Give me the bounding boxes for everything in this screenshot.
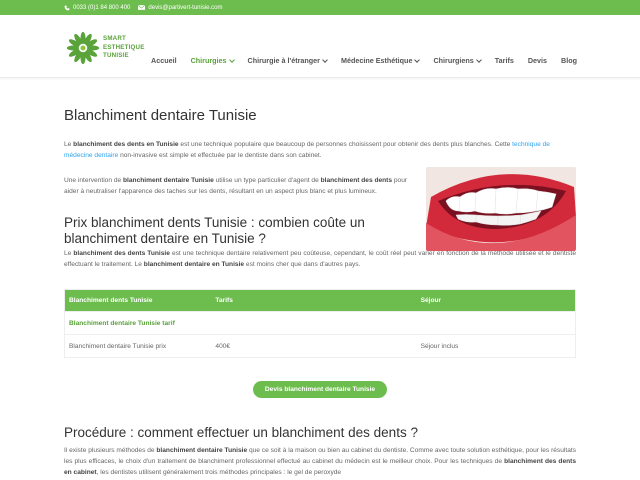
table-header-cell: Blanchiment dents Tunisie — [69, 297, 153, 304]
table-subheader-cell: Blanchiment dentaire Tunisie tarif — [69, 319, 175, 327]
nav-item-label: Devis — [527, 56, 548, 65]
table-cell: Blanchiment dentaire Tunisie prix — [69, 342, 167, 350]
intro-paragraph: Le blanchiment des dents en Tunisie est … — [64, 139, 576, 161]
chevron-down-icon — [322, 56, 328, 63]
text: Il existe plusieurs méthodes de — [64, 447, 157, 454]
nav-item-m-decine-esth-tique[interactable]: Médecine Esthétique — [340, 56, 421, 65]
table-row: Blanchiment dentaire Tunisie tarif — [65, 311, 575, 334]
nav-item-chirurgiens[interactable]: Chirurgiens — [433, 56, 482, 65]
nav-item-devis[interactable]: Devis — [528, 56, 547, 65]
chevron-down-icon — [228, 56, 235, 63]
table-header-cell: Tarifs — [215, 297, 233, 304]
text: non-invasive est simple et effectuée par… — [118, 152, 322, 159]
nav-item-label: Accueil — [151, 56, 177, 65]
bold-text: blanchiment des dents Tunisie — [73, 250, 170, 257]
text: utilise un type particulier d'agent de — [213, 177, 321, 184]
bold-text: blanchiment des dents — [320, 177, 393, 184]
topbar-phone-text: 0033 (0)1 84 800 400 — [73, 4, 131, 11]
envelope-icon — [138, 5, 146, 10]
logo-line-1: SMART — [103, 35, 126, 43]
devis-button[interactable]: Devis blanchiment dentaire Tunisie — [253, 381, 387, 398]
text: est une technique populaire que beaucoup… — [178, 141, 513, 148]
text: , les dentistes utilisent généralement t… — [96, 469, 342, 476]
intervention-paragraph: Une intervention de blanchiment dentaire… — [64, 175, 420, 197]
main-nav: Accueil Chirurgies Chirurgie à l'étranger M… — [137, 56, 577, 65]
nav-item-label: Chirurgiens — [433, 56, 474, 65]
table-header-cell: Séjour — [420, 297, 442, 304]
bold-text: blanchiment dentaire Tunisie — [156, 447, 248, 454]
site-header: SMART ESTHETIQUE TUNISIE Accueil Chirurgi… — [0, 15, 640, 78]
table-header-row: Blanchiment dents Tunisie Tarifs Séjour — [65, 290, 575, 311]
chevron-down-icon — [414, 56, 421, 63]
text: Le — [64, 250, 74, 257]
procedure-paragraph: Il existe plusieurs méthodes de blanchim… — [64, 445, 576, 478]
top-bar: 0033 (0)1 84 800 400 devis@partivert-tun… — [0, 0, 640, 15]
table-row: Blanchiment dentaire Tunisie prix 400€ S… — [65, 334, 575, 357]
table-cell: 400€ — [215, 342, 231, 350]
topbar-phone[interactable]: 0033 (0)1 84 800 400 — [64, 5, 130, 11]
smile-image — [426, 167, 576, 251]
nav-item-label: Tarifs — [494, 56, 514, 65]
smile-illustration — [426, 167, 576, 251]
topbar-email-text: devis@partivert-tunisie.com — [148, 4, 223, 11]
tarifs-table: Blanchiment dents Tunisie Tarifs Séjour … — [64, 289, 576, 358]
text: est moins cher que dans d'autres pays. — [244, 261, 361, 268]
nav-item-chirurgie-l-tranger[interactable]: Chirurgie à l'étranger — [247, 56, 328, 65]
prix-paragraph: Le blanchiment des dents Tunisie est une… — [64, 248, 576, 270]
phone-icon — [64, 5, 70, 10]
text: Une intervention de — [64, 177, 124, 184]
section-heading-prix: Prix blanchiment dents Tunisie : combien… — [64, 215, 365, 246]
topbar-email[interactable]: devis@partivert-tunisie.com — [138, 4, 223, 11]
nav-item-label: Chirurgies — [190, 56, 227, 65]
site-logo[interactable]: SMART ESTHETIQUE TUNISIE — [66, 30, 146, 66]
table-cell: Séjour inclus — [420, 342, 459, 350]
nav-item-label: Chirurgie à l'étranger — [247, 56, 320, 65]
logo-flower-icon — [66, 31, 100, 65]
page-title: Blanchiment dentaire Tunisie — [64, 107, 257, 124]
nav-item-tarifs[interactable]: Tarifs — [495, 56, 514, 65]
nav-item-label: Médecine Esthétique — [340, 56, 413, 65]
text: Le — [64, 141, 74, 148]
nav-item-label: Blog — [561, 56, 577, 65]
bold-text: blanchiment dentaire en Tunisie — [143, 261, 245, 268]
section-heading-procedure: Procédure : comment effectuer un blanchi… — [64, 425, 418, 440]
chevron-down-icon — [475, 56, 482, 63]
nav-item-accueil[interactable]: Accueil — [151, 56, 177, 65]
bold-text: blanchiment des dents en Tunisie — [73, 141, 179, 148]
bold-text: blanchiment dentaire Tunisie — [123, 177, 214, 184]
nav-item-blog[interactable]: Blog — [561, 56, 577, 65]
logo-line-2: ESTHETIQUE — [103, 43, 145, 51]
nav-item-chirurgies[interactable]: Chirurgies — [190, 56, 235, 65]
